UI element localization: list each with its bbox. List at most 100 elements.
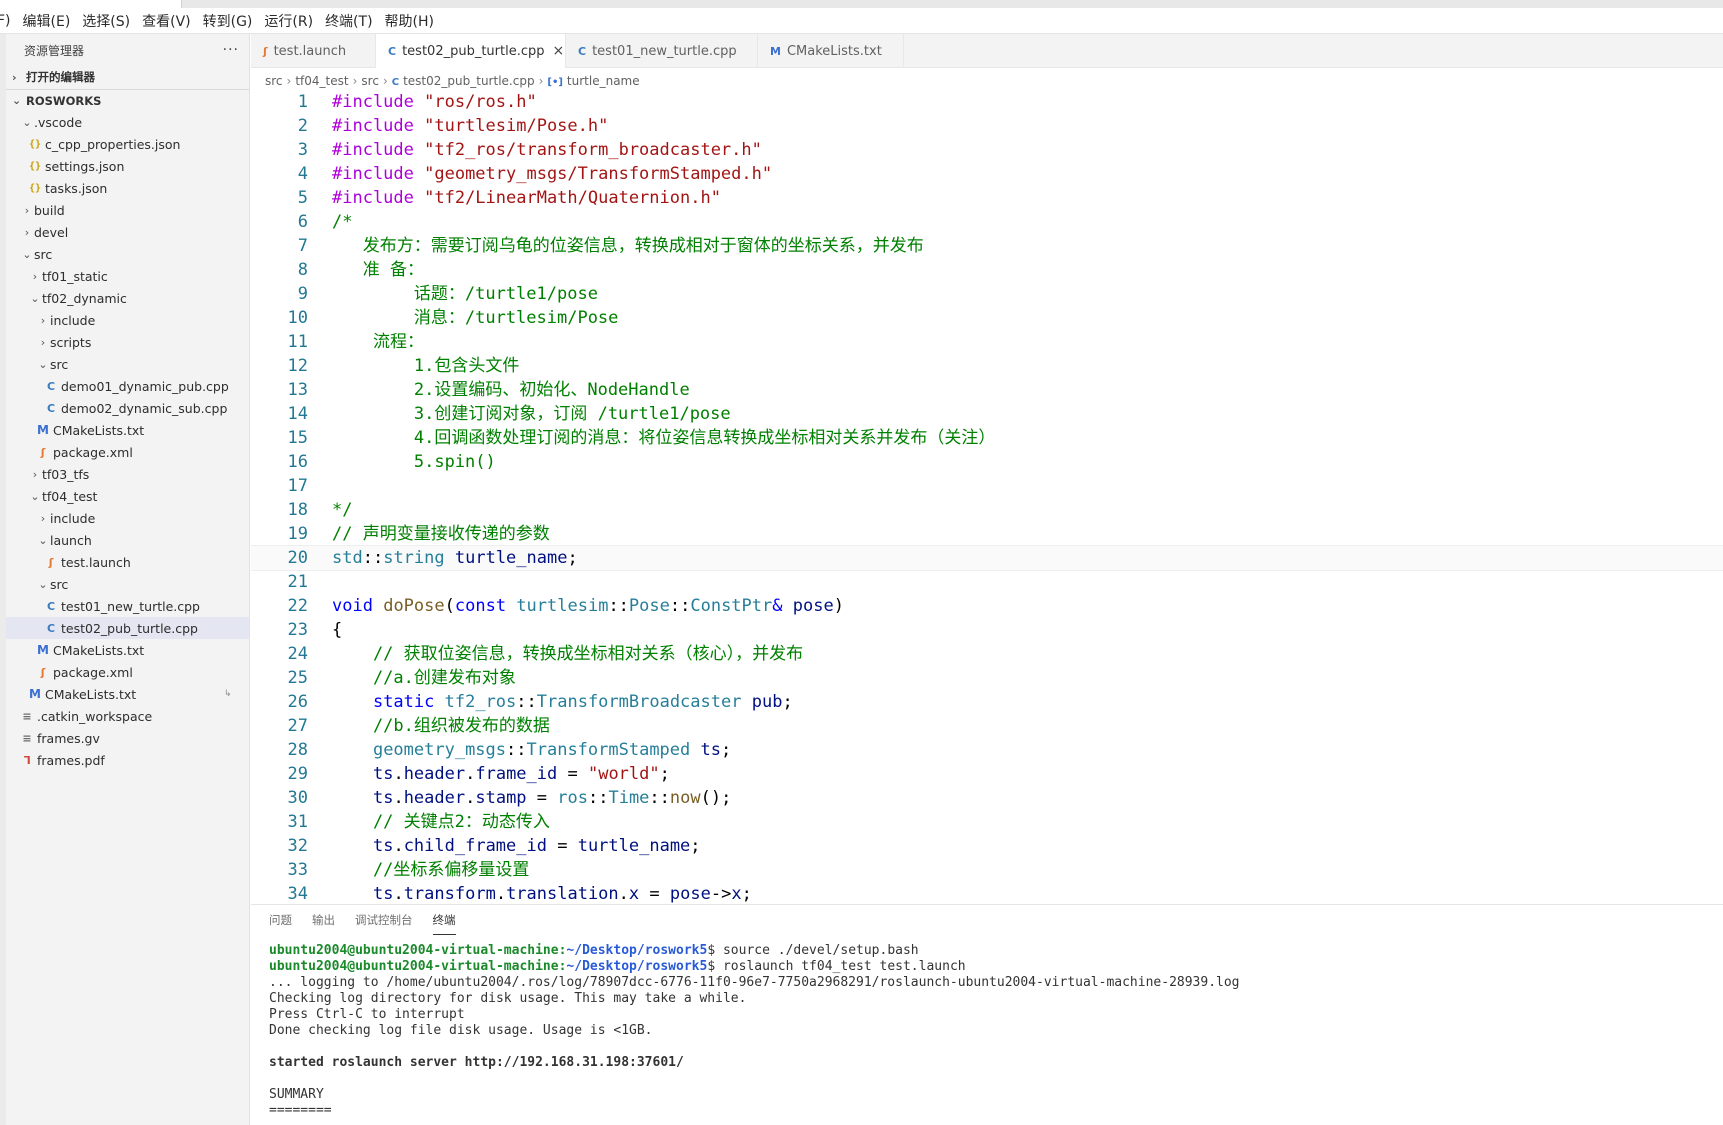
tree-item[interactable]: Cdemo01_dynamic_pub.cpp — [6, 375, 249, 397]
tree-item[interactable]: ʃ package.xml — [6, 661, 249, 683]
close-icon[interactable]: × — [553, 43, 565, 59]
tree-item-label: frames.pdf — [37, 752, 105, 768]
code-token: now — [669, 788, 701, 808]
code-line[interactable]: 27 //b.组织被发布的数据 — [251, 714, 1723, 738]
tree-item[interactable]: ≡ frames.gv — [6, 727, 249, 749]
code-line[interactable]: 22 void doPose(const turtlesim::Pose::Con… — [251, 594, 1723, 618]
panel-tab[interactable]: 问题 — [269, 905, 292, 935]
code-line[interactable]: 23 { — [251, 618, 1723, 642]
code-line[interactable]: 15 4.回调函数处理订阅的消息：将位姿信息转换成坐标相对关系并发布（关注） — [251, 426, 1723, 450]
tree-item[interactable]: Ctest02_pub_turtle.cpp — [6, 617, 249, 639]
code-line[interactable]: 29 ts.header.frame_id = "world"; — [251, 762, 1723, 786]
code-line[interactable]: 8 准 备： — [251, 258, 1723, 282]
menu-item[interactable]: 选择(S) — [82, 11, 130, 31]
breadcrumb-item[interactable]: Ctest02_pub_turtle.cpp — [392, 74, 535, 88]
code-line[interactable]: 34 ts.transform.translation.x = pose->x; — [251, 882, 1723, 904]
code-line[interactable]: 18 */ — [251, 498, 1723, 522]
code-line[interactable]: 28 geometry_msgs::TransformStamped ts; — [251, 738, 1723, 762]
tree-item[interactable]: › tf01_static — [6, 265, 249, 287]
tree-item[interactable]: › include — [6, 309, 249, 331]
tree-item[interactable]: ⌄ tf04_test — [6, 485, 249, 507]
code-line[interactable]: 24 // 获取位姿信息，转换成坐标相对关系（核心），并发布 — [251, 642, 1723, 666]
active-window-tab[interactable] — [0, 0, 182, 8]
code-line[interactable]: 7 发布方：需要订阅乌龟的位姿信息，转换成相对于窗体的坐标关系，并发布 — [251, 234, 1723, 258]
code-line[interactable]: 5 #include "tf2/LinearMath/Quaternion.h" — [251, 186, 1723, 210]
menu-item[interactable]: F) — [0, 13, 11, 29]
code-line[interactable]: 19 // 声明变量接收传递的参数 — [251, 522, 1723, 546]
code-line[interactable]: 3 #include "tf2_ros/transform_broadcaster… — [251, 138, 1723, 162]
panel-tab[interactable]: 终端 — [432, 905, 456, 935]
menu-item[interactable]: 终端(T) — [325, 11, 372, 31]
tree-item[interactable]: ʃ test.launch — [6, 551, 249, 573]
cmake-file-icon: M — [29, 687, 41, 701]
code-token: x — [628, 884, 640, 904]
code-line[interactable]: 12 1.包含头文件 — [251, 354, 1723, 378]
editor-tab[interactable]: M CMakeLists.txt — [758, 34, 904, 68]
tree-item[interactable]: Ctest01_new_turtle.cpp — [6, 595, 249, 617]
tree-item[interactable]: ⅂ frames.pdf — [6, 749, 249, 771]
menu-item[interactable]: 运行(R) — [264, 11, 313, 31]
panel-tab[interactable]: 调试控制台 — [355, 905, 413, 935]
tree-item[interactable]: ⌄ src — [6, 353, 249, 375]
more-actions-icon[interactable]: ··· — [223, 42, 239, 58]
code-line[interactable]: 2 #include "turtlesim/Pose.h" — [251, 114, 1723, 138]
code-editor[interactable]: 1 #include "ros/ros.h" 2 #include "turtlesi… — [251, 90, 1723, 904]
code-token: turtlesim — [516, 596, 609, 616]
json-file-icon: {} — [28, 138, 42, 150]
tree-item[interactable]: M CMakeLists.txt — [6, 419, 249, 441]
menu-item[interactable]: 编辑(E) — [23, 11, 71, 31]
breadcrumb-item[interactable]: tf04_test — [295, 74, 348, 88]
tree-item[interactable]: {} tasks.json — [6, 177, 249, 199]
tree-item[interactable]: › scripts — [6, 331, 249, 353]
code-line[interactable]: 21 — [251, 570, 1723, 594]
tree-item[interactable]: Cdemo02_dynamic_sub.cpp — [6, 397, 249, 419]
code-line[interactable]: 32 ts.child_frame_id = turtle_name; — [251, 834, 1723, 858]
tree-item[interactable]: ⌄ .vscode — [6, 111, 249, 133]
code-line[interactable]: 31 // 关键点2：动态传入 — [251, 810, 1723, 834]
tree-item[interactable]: ⌄ src — [6, 573, 249, 595]
tree-item[interactable]: ⌄ launch — [6, 529, 249, 551]
editor-tab[interactable]: Ctest01_new_turtle.cpp — [566, 34, 758, 68]
terminal-output[interactable]: ubuntu2004@ubuntu2004-virtual-machine:~/… — [251, 935, 1723, 1119]
breadcrumb-item[interactable]: src — [265, 74, 283, 88]
tree-item[interactable]: › build — [6, 199, 249, 221]
editor-tab[interactable]: ʃ test.launch — [251, 34, 376, 68]
editor-tab[interactable]: Ctest02_pub_turtle.cpp × — [376, 34, 566, 68]
code-line[interactable]: 17 — [251, 474, 1723, 498]
tree-item[interactable]: › tf03_tfs — [6, 463, 249, 485]
tree-item[interactable]: ⌄ src — [6, 243, 249, 265]
tree-item[interactable]: › devel — [6, 221, 249, 243]
code-line[interactable]: 4 #include "geometry_msgs/TransformStampe… — [251, 162, 1723, 186]
tree-item[interactable]: {} settings.json — [6, 155, 249, 177]
tree-item[interactable]: M CMakeLists.txt ↳ — [6, 683, 249, 705]
code-line[interactable]: 13 2.设置编码、初始化、NodeHandle — [251, 378, 1723, 402]
code-line[interactable]: 6 /* — [251, 210, 1723, 234]
code-token: header — [403, 788, 466, 808]
tree-item[interactable]: {} c_cpp_properties.json — [6, 133, 249, 155]
open-editors-section[interactable]: › 打开的编辑器 — [6, 66, 249, 88]
code-line[interactable]: 14 3.创建订阅对象，订阅 /turtle1/pose — [251, 402, 1723, 426]
tree-item[interactable]: › include — [6, 507, 249, 529]
workspace-section[interactable]: ⌄ ROSWORKS — [6, 89, 249, 111]
code-line[interactable]: 20 std::string turtle_name; — [251, 545, 1723, 571]
code-line[interactable]: 25 //a.创建发布对象 — [251, 666, 1723, 690]
code-line[interactable]: 11 流程： — [251, 330, 1723, 354]
code-line[interactable]: 33 //坐标系偏移量设置 — [251, 858, 1723, 882]
tree-item[interactable]: ⌄ tf02_dynamic — [6, 287, 249, 309]
code-line[interactable]: 1 #include "ros/ros.h" — [251, 90, 1723, 114]
menu-item[interactable]: 查看(V) — [142, 11, 191, 31]
tree-item[interactable]: M CMakeLists.txt — [6, 639, 249, 661]
tree-item[interactable]: ʃ package.xml — [6, 441, 249, 463]
code-line[interactable]: 30 ts.header.stamp = ros::Time::now(); — [251, 786, 1723, 810]
code-line[interactable]: 26 static tf2_ros::TransformBroadcaster … — [251, 690, 1723, 714]
code-line[interactable]: 9 话题：/turtle1/pose — [251, 282, 1723, 306]
xml-file-icon: ʃ — [263, 44, 268, 58]
breadcrumb-item[interactable]: src — [361, 74, 379, 88]
menu-item[interactable]: 帮助(H) — [385, 11, 434, 31]
code-line[interactable]: 16 5.spin() — [251, 450, 1723, 474]
panel-tab[interactable]: 输出 — [312, 905, 335, 935]
code-line[interactable]: 10 消息：/turtlesim/Pose — [251, 306, 1723, 330]
menu-item[interactable]: 转到(G) — [203, 11, 253, 31]
breadcrumb-item[interactable]: [•] turtle_name — [547, 74, 639, 88]
tree-item[interactable]: ≡ .catkin_workspace — [6, 705, 249, 727]
